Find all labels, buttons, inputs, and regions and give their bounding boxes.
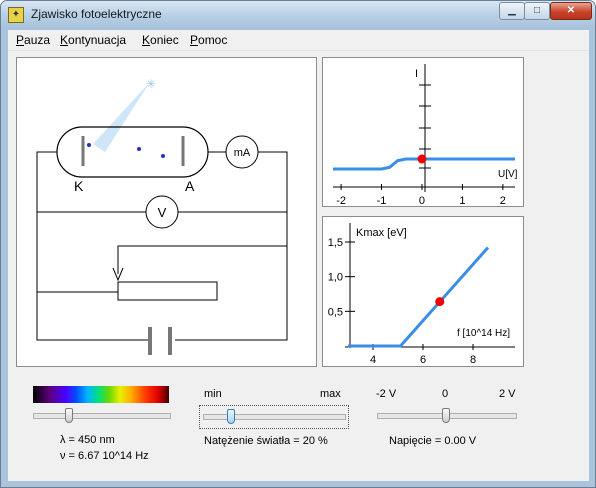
wire: [117, 245, 287, 274]
wavelength-slider[interactable]: [33, 408, 171, 424]
iv-chart: I U[V] -2 -1 0 1 2: [333, 64, 518, 207]
x-tick-label: 6: [420, 354, 426, 366]
x-tick-label: 8: [470, 354, 476, 366]
x-tick-label: 1: [459, 195, 465, 206]
potentiometer: [117, 281, 218, 301]
voltage-tick-zero: 0: [442, 388, 449, 400]
frequency-readout: ν = 6.67 10^14 Hz: [60, 450, 149, 462]
voltage-slider[interactable]: [377, 408, 517, 424]
menu-bar: Pauza Kontynuacja Koniec Pomoc: [8, 30, 589, 51]
wavelength-readout: λ = 450 nm: [60, 434, 115, 446]
minimize-button[interactable]: ▁: [499, 2, 525, 20]
x-tick-label: -2: [336, 195, 346, 206]
x-tick-label: -1: [377, 195, 387, 206]
electron: [137, 147, 141, 151]
y-axis-label: Kmax [eV]: [356, 227, 407, 239]
x-axis-label: f [10^14 Hz]: [457, 328, 510, 339]
x-tick-label: 4: [370, 354, 376, 366]
electron: [87, 143, 91, 147]
voltage-tick-max: 2 V: [499, 388, 516, 400]
data-point: [435, 297, 445, 307]
menu-kontynuacja[interactable]: Kontynuacja: [60, 33, 126, 47]
slider-track: [203, 414, 346, 420]
wire: [36, 151, 57, 212]
data-point: [417, 154, 427, 164]
slider-thumb[interactable]: [442, 408, 450, 423]
x-tick-label: 2: [500, 195, 506, 206]
iv-graph-panel: I U[V] -2 -1 0 1 2: [322, 57, 524, 207]
slider-thumb[interactable]: [65, 408, 73, 423]
photo-tube: [56, 126, 209, 178]
kmax-chart: Kmax [eV] f [10^14 Hz] 0,5 1,0 1,5 4 6 8: [328, 223, 515, 366]
slider-thumb[interactable]: [227, 409, 235, 424]
anode-label: A: [185, 178, 195, 194]
intensity-max-label: max: [320, 388, 341, 400]
circuit-diagram: ✳ K A mA V: [36, 77, 288, 355]
menu-koniec[interactable]: Koniec: [142, 33, 179, 47]
electron: [161, 154, 165, 158]
client-area: Pauza Kontynuacja Koniec Pomoc ✳ K A mA …: [8, 30, 589, 481]
voltmeter-label: V: [158, 205, 167, 220]
app-window: ✦ Zjawisko fotoelektryczne ▁ □ ✕ Pauza K…: [0, 0, 596, 488]
x-tick-label: 0: [419, 195, 425, 206]
window-title: Zjawisko fotoelektryczne: [31, 7, 162, 21]
light-source-icon: ✳: [146, 77, 156, 91]
voltage-readout: Napięcie = 0.00 V: [389, 435, 477, 447]
intensity-slider[interactable]: [199, 405, 349, 429]
ammeter-label: mA: [234, 147, 251, 159]
maximize-button[interactable]: □: [524, 2, 550, 20]
y-tick-label: 1,5: [328, 237, 343, 249]
intensity-min-label: min: [204, 388, 222, 400]
light-beam: [93, 82, 150, 152]
y-ticks: 0,5 1,0 1,5: [328, 237, 355, 318]
voltage-tick-min: -2 V: [376, 388, 397, 400]
menu-pomoc[interactable]: Pomoc: [190, 33, 227, 47]
slider-track: [33, 413, 171, 419]
title-bar[interactable]: ✦ Zjawisko fotoelektryczne ▁ □ ✕: [1, 1, 595, 29]
spectrum-bar: [33, 386, 169, 403]
cathode-label: K: [74, 178, 84, 194]
wire: [36, 212, 149, 341]
y-tick-label: 0,5: [328, 306, 343, 318]
kmax-graph-panel: Kmax [eV] f [10^14 Hz] 0,5 1,0 1,5 4 6 8: [322, 216, 524, 367]
y-axis-label: I: [415, 68, 418, 80]
close-button[interactable]: ✕: [550, 2, 592, 20]
circuit-panel: ✳ K A mA V: [16, 57, 317, 367]
intensity-readout: Natężenie światła = 20 %: [204, 435, 328, 447]
x-axis-label: U[V]: [498, 169, 518, 180]
y-tick-label: 1,0: [328, 272, 343, 284]
app-icon: ✦: [8, 7, 24, 23]
menu-pauza[interactable]: Pauza: [16, 33, 50, 47]
